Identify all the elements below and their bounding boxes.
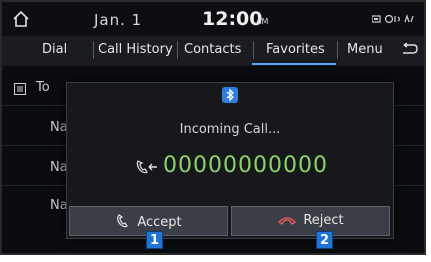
incoming-call-icon bbox=[136, 160, 157, 174]
date-display: Jan. 1 bbox=[94, 11, 143, 29]
incoming-call-title: Incoming Call... bbox=[179, 122, 281, 137]
reject-label: Reject bbox=[303, 213, 344, 228]
phone-tab-bar: Dial Call History Contacts Favorites Men… bbox=[2, 36, 424, 66]
reject-button[interactable]: Reject bbox=[231, 206, 390, 236]
hang-up-icon bbox=[278, 217, 297, 225]
tab-separator bbox=[253, 41, 254, 59]
bluetooth-icon bbox=[222, 87, 238, 103]
tab-dial[interactable]: Dial bbox=[42, 42, 67, 57]
tab-separator bbox=[337, 41, 338, 59]
tab-menu[interactable]: Menu bbox=[347, 42, 383, 57]
tab-favorites[interactable]: Favorites bbox=[266, 42, 325, 57]
incoming-call-popup: Incoming Call... 00000000000 Accept Reje… bbox=[66, 82, 394, 239]
audio-status-icon bbox=[394, 16, 401, 22]
active-tab-indicator bbox=[252, 63, 336, 65]
home-icon[interactable] bbox=[12, 10, 30, 28]
callout-2: 2 bbox=[316, 231, 333, 249]
status-bar: Jan. 1 12:00 AM bbox=[2, 2, 424, 36]
clock-display: 12:00 bbox=[202, 8, 263, 30]
caller-number: 00000000000 bbox=[163, 153, 328, 178]
accept-label: Accept bbox=[137, 215, 182, 230]
tab-separator bbox=[177, 41, 178, 59]
list-icon bbox=[14, 83, 26, 95]
phone-icon bbox=[117, 214, 129, 228]
status-icons bbox=[372, 14, 414, 24]
signal-icon bbox=[404, 14, 414, 23]
head-unit-screen: Jan. 1 12:00 AM Dial Call History Contac… bbox=[0, 0, 426, 255]
ampm-indicator: AM bbox=[256, 17, 269, 26]
tab-call-history[interactable]: Call History bbox=[98, 42, 173, 57]
list-header: To bbox=[36, 80, 50, 95]
callout-1: 1 bbox=[146, 231, 163, 249]
tab-contacts[interactable]: Contacts bbox=[184, 42, 241, 57]
back-icon[interactable] bbox=[400, 43, 418, 57]
bluetooth-status-icon bbox=[384, 14, 394, 24]
tab-separator bbox=[93, 41, 94, 59]
